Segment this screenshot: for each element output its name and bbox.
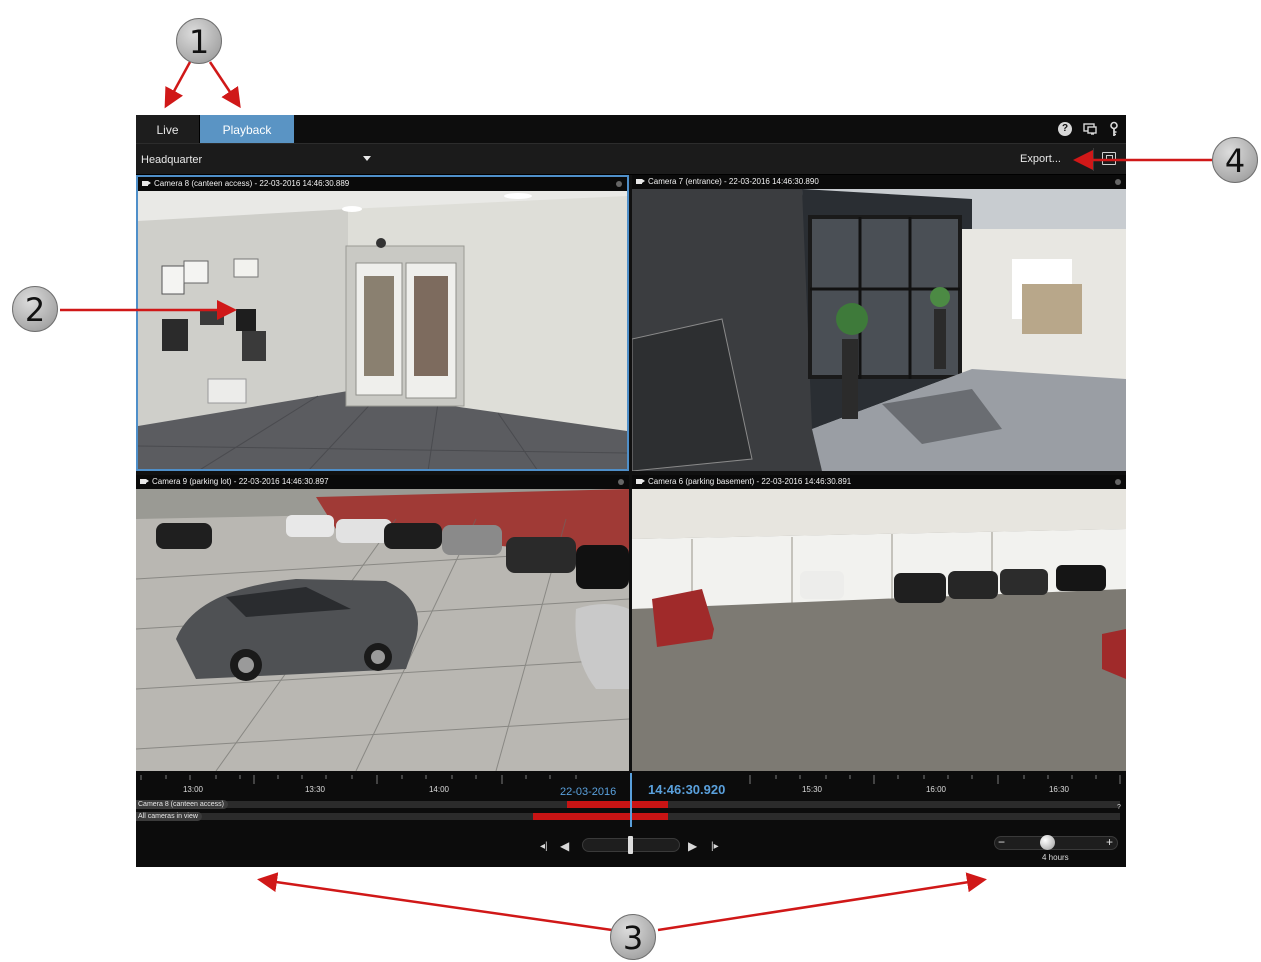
- recording-segment: [533, 813, 668, 820]
- hour-label: 16:00: [925, 785, 947, 794]
- camera-tile-entrance[interactable]: Camera 7 (entrance) - 22-03-2016 14:46:3…: [632, 175, 1126, 471]
- camera-tile-header: Camera 6 (parking basement) - 22-03-2016…: [632, 475, 1126, 489]
- hour-label: 13:30: [304, 785, 326, 794]
- video-camera-icon: [636, 479, 645, 484]
- camera-title: Camera 6 (parking basement) - 22-03-2016…: [648, 477, 852, 486]
- zoom-span-label: 4 hours: [1042, 853, 1069, 862]
- zoom-slider-knob[interactable]: [1040, 835, 1055, 850]
- hour-label: 14:00: [428, 785, 450, 794]
- camera-tile-canteen-access[interactable]: Camera 8 (canteen access) - 22-03-2016 1…: [136, 175, 629, 471]
- view-toolbar: Headquarter Export...: [136, 143, 1126, 175]
- previous-frame-icon[interactable]: ◂|: [540, 841, 548, 852]
- toolbar-divider: [1093, 148, 1094, 171]
- hour-label: 13:00: [182, 785, 204, 794]
- video-camera-icon: [140, 479, 149, 484]
- play-reverse-icon[interactable]: ◀: [560, 839, 569, 853]
- track-help-icon[interactable]: ?: [1117, 804, 1121, 811]
- tab-live[interactable]: Live: [136, 115, 200, 143]
- video-camera-icon: [142, 181, 151, 186]
- callout-marker: 3: [610, 914, 656, 960]
- playback-timeline: 13:00 13:30 14:00 15:30 16:00 16:30 22-0…: [136, 771, 1126, 867]
- camera-video-feed[interactable]: [632, 489, 1126, 771]
- view-selector-dropdown[interactable]: Headquarter: [136, 144, 381, 175]
- camera-video-feed[interactable]: [136, 489, 629, 771]
- camera-tile-header: Camera 8 (canteen access) - 22-03-2016 1…: [138, 177, 627, 191]
- jog-shuttle-handle[interactable]: [628, 836, 633, 854]
- recording-segment: [567, 801, 668, 808]
- monitor-icon[interactable]: [1082, 121, 1098, 137]
- camera-tile-parking-basement[interactable]: Camera 6 (parking basement) - 22-03-2016…: [632, 475, 1126, 771]
- playback-controls: ◂| ◀ ▶ |▸ − + 4 hours: [136, 831, 1126, 867]
- camera-title: Camera 7 (entrance) - 22-03-2016 14:46:3…: [648, 177, 819, 186]
- video-camera-icon: [636, 179, 645, 184]
- play-forward-icon[interactable]: ▶: [688, 839, 697, 853]
- timeline-playhead[interactable]: [630, 773, 632, 827]
- zoom-in-icon[interactable]: +: [1106, 835, 1113, 849]
- workspace-tab-bar: Live Playback ?: [136, 115, 1126, 143]
- status-dot-icon: [616, 181, 622, 187]
- timeline-current-time: 14:46:30.920: [648, 782, 726, 797]
- key-icon[interactable]: [1106, 121, 1122, 137]
- status-dot-icon: [1115, 479, 1121, 485]
- camera-video-feed[interactable]: [138, 191, 627, 469]
- tab-playback[interactable]: Playback: [200, 115, 294, 143]
- camera-video-feed[interactable]: [632, 189, 1126, 471]
- status-dot-icon: [1115, 179, 1121, 185]
- camera-title: Camera 9 (parking lot) - 22-03-2016 14:4…: [152, 477, 329, 486]
- callout-marker: 1: [176, 18, 222, 64]
- track-label: Camera 8 (canteen access): [136, 800, 228, 809]
- camera-tile-parking-lot[interactable]: Camera 9 (parking lot) - 22-03-2016 14:4…: [136, 475, 629, 771]
- annotated-screenshot: Live Playback ? Headquarter Export... Ca…: [0, 0, 1261, 962]
- callout-marker: 4: [1212, 137, 1258, 183]
- zoom-out-icon[interactable]: −: [998, 835, 1005, 849]
- chevron-down-icon: [363, 156, 371, 161]
- hour-label: 15:30: [801, 785, 823, 794]
- view-name: Headquarter: [141, 154, 203, 166]
- camera-tile-header: Camera 9 (parking lot) - 22-03-2016 14:4…: [136, 475, 629, 489]
- timeline-zoom-slider[interactable]: [994, 836, 1118, 850]
- track-label: All cameras in view: [136, 812, 202, 821]
- fullscreen-icon[interactable]: [1102, 152, 1116, 165]
- camera-tile-header: Camera 7 (entrance) - 22-03-2016 14:46:3…: [632, 175, 1126, 189]
- export-button[interactable]: Export...: [1020, 153, 1061, 165]
- status-dot-icon: [618, 479, 624, 485]
- timeline-track-camera[interactable]: Camera 8 (canteen access): [136, 800, 1120, 809]
- next-frame-icon[interactable]: |▸: [711, 841, 719, 852]
- timeline-date: 22-03-2016: [560, 786, 617, 798]
- timeline-track-all-cameras[interactable]: All cameras in view: [136, 812, 1120, 821]
- hour-label: 16:30: [1048, 785, 1070, 794]
- xprotect-smart-client-window: Live Playback ? Headquarter Export... Ca…: [136, 115, 1126, 867]
- help-icon[interactable]: ?: [1058, 122, 1072, 136]
- camera-title: Camera 8 (canteen access) - 22-03-2016 1…: [154, 179, 350, 188]
- callout-marker: 2: [12, 286, 58, 332]
